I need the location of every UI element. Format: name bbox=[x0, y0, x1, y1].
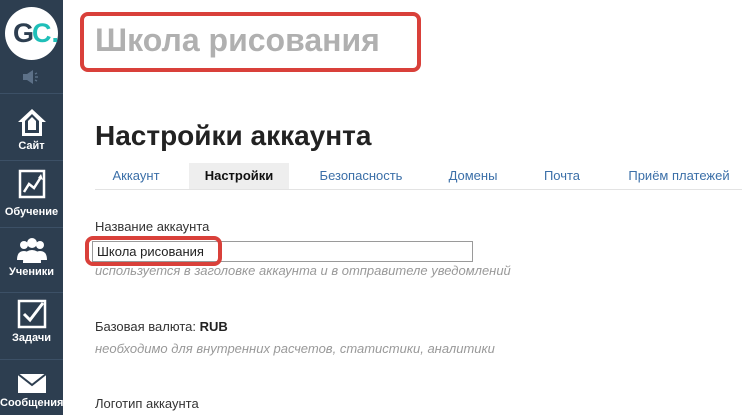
account-name-hint: используется в заголовке аккаунта и в от… bbox=[95, 263, 511, 278]
highlight-frame bbox=[80, 12, 421, 72]
sidebar-item-label: Задачи bbox=[12, 332, 51, 344]
users-icon bbox=[17, 238, 47, 263]
page-title: Настройки аккаунта bbox=[95, 120, 372, 151]
currency-value: RUB bbox=[199, 319, 228, 334]
sidebar-item-site[interactable]: Сайт bbox=[0, 100, 63, 165]
sidebar-item-label: Сайт bbox=[18, 140, 45, 152]
tab-mail[interactable]: Почта bbox=[529, 163, 595, 189]
logo-letter-g: G bbox=[13, 18, 34, 48]
settings-tabs: Аккаунт Настройки Безопасность Домены По… bbox=[95, 163, 742, 190]
sidebar-item-label: Обучение bbox=[4, 206, 59, 218]
tab-domains[interactable]: Домены bbox=[435, 163, 511, 189]
sidebar: G C. Сайт Обучение Ученики Задачи Сообще… bbox=[0, 0, 63, 415]
sidebar-divider bbox=[0, 160, 63, 161]
sidebar-item-messages[interactable]: Сообщения bbox=[0, 361, 63, 415]
tab-account[interactable]: Аккаунт bbox=[95, 163, 177, 189]
tab-settings[interactable]: Настройки bbox=[189, 163, 289, 189]
currency-hint: необходимо для внутренних расчетов, стат… bbox=[95, 341, 495, 356]
checkbox-icon bbox=[17, 299, 47, 329]
tab-security[interactable]: Безопасность bbox=[307, 163, 415, 189]
sidebar-divider bbox=[0, 93, 63, 94]
currency-row: Базовая валюта: RUB bbox=[95, 319, 228, 334]
logo-letter-c: C. bbox=[32, 18, 59, 48]
account-logo-label: Логотип аккаунта bbox=[95, 396, 199, 411]
sidebar-item-students[interactable]: Ученики bbox=[0, 229, 63, 294]
sidebar-item-tasks[interactable]: Задачи bbox=[0, 294, 63, 359]
envelope-icon bbox=[17, 373, 47, 393]
logo[interactable]: G C. bbox=[5, 7, 59, 60]
sidebar-divider bbox=[0, 292, 63, 293]
sidebar-item-label: Ученики bbox=[8, 266, 55, 278]
currency-label: Базовая валюта: bbox=[95, 319, 196, 334]
speaker-icon[interactable] bbox=[20, 69, 42, 85]
sidebar-divider bbox=[0, 227, 63, 228]
sidebar-divider bbox=[0, 359, 63, 360]
account-name-label: Название аккаунта bbox=[95, 219, 210, 234]
highlight-frame bbox=[85, 236, 222, 266]
tab-payments[interactable]: Приём платежей bbox=[621, 163, 737, 189]
sidebar-item-label: Сообщения bbox=[0, 397, 64, 409]
chart-icon bbox=[18, 169, 46, 199]
house-icon bbox=[18, 109, 46, 136]
sidebar-item-learning[interactable]: Обучение bbox=[0, 162, 63, 227]
